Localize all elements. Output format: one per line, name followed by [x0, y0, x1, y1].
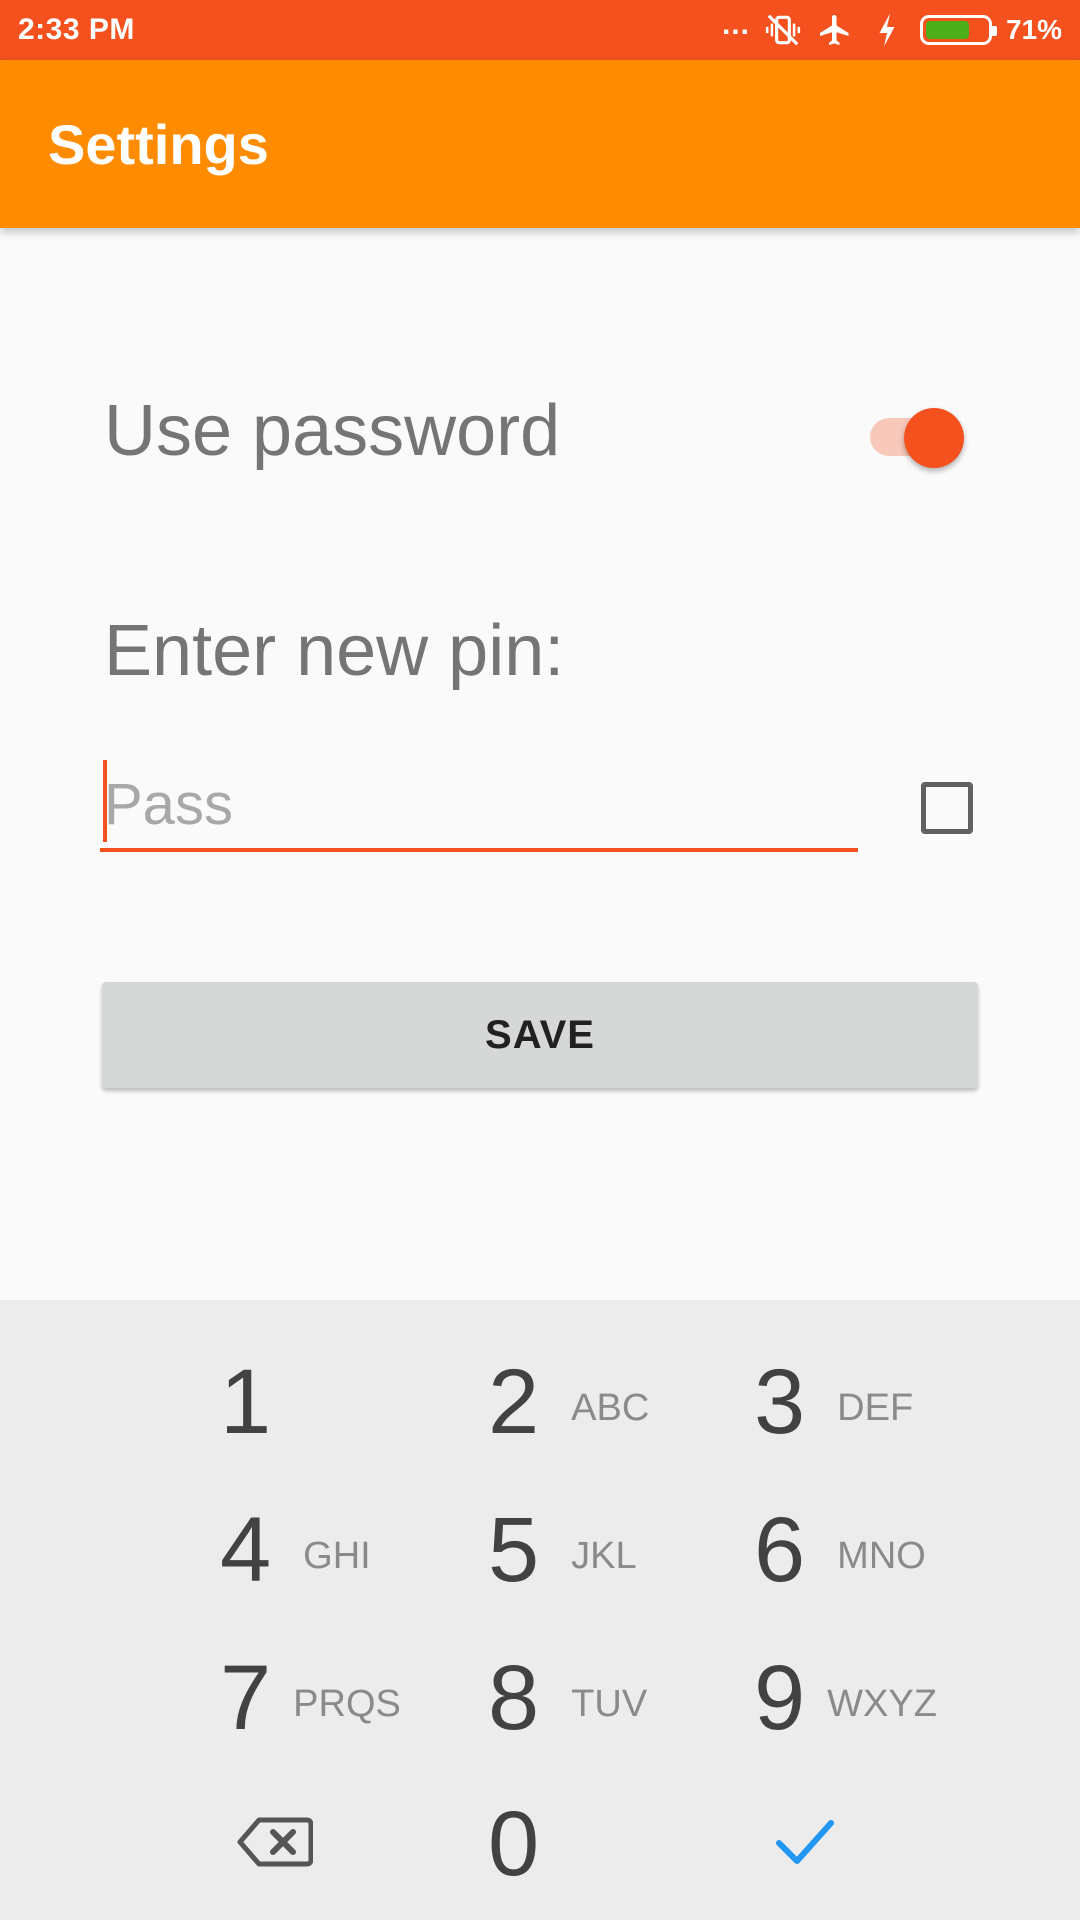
switch-thumb: [904, 408, 964, 468]
text-cursor: [103, 760, 107, 842]
use-password-switch[interactable]: [866, 396, 966, 468]
key-number: 1: [220, 1350, 272, 1453]
status-time: 2:33 PM: [18, 13, 135, 46]
key-number: 4: [220, 1498, 272, 1601]
key-1[interactable]: 1: [220, 1332, 460, 1472]
key-letters: PRQS: [293, 1682, 401, 1725]
key-number: 5: [488, 1498, 540, 1601]
key-9[interactable]: 9 WXYZ: [754, 1628, 994, 1768]
battery-percent: 71%: [1005, 14, 1062, 45]
key-letters: ABC: [571, 1386, 650, 1429]
key-4[interactable]: 4 GHI: [220, 1480, 460, 1620]
status-bar: 2:33 PM ... 71%: [0, 0, 1080, 60]
key-letters: DEF: [837, 1386, 914, 1429]
key-number: 3: [754, 1350, 806, 1453]
backspace-icon: [237, 1816, 314, 1873]
key-number: 6: [754, 1498, 806, 1601]
app-bar: Settings: [0, 60, 1080, 228]
pin-input[interactable]: [104, 768, 844, 840]
show-pin-checkbox[interactable]: [921, 782, 973, 834]
more-notifications-icon: ...: [721, 8, 750, 41]
save-button[interactable]: SAVE: [102, 982, 978, 1088]
battery-level-fill: [925, 21, 969, 39]
key-number: 9: [754, 1646, 806, 1749]
key-number: 2: [488, 1350, 540, 1453]
key-8[interactable]: 8 TUV: [488, 1628, 728, 1768]
numeric-keyboard: 1 2 ABC 3 DEF 4 GHI 5 JKL 6 MNO 7 PRQS 8…: [0, 1300, 1080, 1920]
key-7[interactable]: 7 PRQS: [220, 1628, 460, 1768]
airplane-icon: [816, 11, 854, 49]
key-3[interactable]: 3 DEF: [754, 1332, 994, 1472]
status-icons: ... 71%: [721, 8, 1062, 49]
battery-icon: [919, 15, 997, 45]
done-key[interactable]: [690, 1774, 920, 1914]
settings-screen: 2:33 PM ... 71% Settings Use password En…: [0, 0, 1080, 1920]
enter-pin-label: Enter new pin:: [104, 611, 565, 691]
key-number: 0: [488, 1792, 540, 1895]
pin-field[interactable]: [100, 752, 858, 852]
key-2[interactable]: 2 ABC: [488, 1332, 728, 1472]
key-6[interactable]: 6 MNO: [754, 1480, 994, 1620]
use-password-label: Use password: [104, 391, 561, 471]
key-letters: MNO: [837, 1534, 926, 1577]
page-title: Settings: [48, 112, 269, 176]
key-number: 8: [488, 1646, 540, 1749]
key-number: 7: [220, 1646, 272, 1749]
checkmark-icon: [775, 1817, 835, 1872]
key-letters: GHI: [303, 1534, 371, 1577]
backspace-key[interactable]: [160, 1774, 390, 1914]
key-5[interactable]: 5 JKL: [488, 1480, 728, 1620]
key-letters: TUV: [571, 1682, 648, 1725]
vibrate-off-icon: [764, 11, 802, 49]
key-letters: WXYZ: [827, 1682, 937, 1725]
use-password-row: Use password: [104, 386, 974, 476]
charging-icon: [868, 11, 906, 49]
key-letters: JKL: [571, 1534, 637, 1577]
